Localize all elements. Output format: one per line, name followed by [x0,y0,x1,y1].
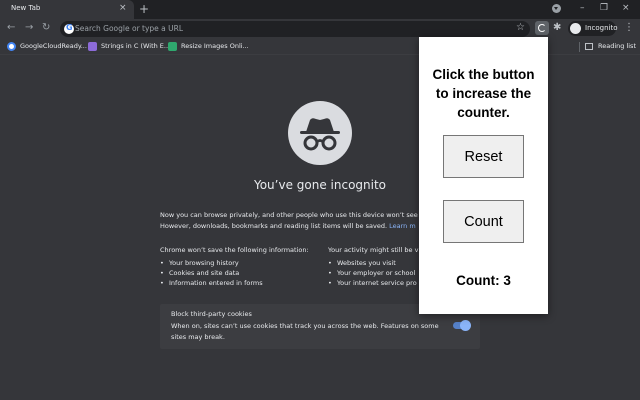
incognito-profile-button[interactable]: Incognito [568,21,618,36]
tab-title: New Tab [11,4,41,12]
omnibox[interactable]: ☆ [60,21,530,37]
tab-new-tab[interactable]: New Tab × [0,0,134,19]
still-visible-heading: Your activity might still be v [328,246,419,254]
google-icon [64,23,74,34]
extensions-puzzle-icon[interactable]: ✱ [553,21,561,35]
tab-search-icon[interactable] [552,4,561,13]
list-item: Your employer or school [328,268,418,278]
list-item: Your internet service pro [328,278,418,288]
programiz-icon [88,42,97,51]
reading-list-label: Reading list [598,42,636,50]
incognito-spy-icon [288,101,352,165]
list-item: Cookies and site data [160,268,309,278]
back-icon[interactable]: ← [7,22,15,34]
incognito-label: Incognito [585,24,618,32]
list-item: Information entered in forms [160,278,309,288]
not-saved-heading: Chrome won’t save the following informat… [160,246,309,254]
minimize-icon[interactable]: – [580,2,585,14]
bookmark-star-icon[interactable]: ☆ [516,22,525,34]
reset-button[interactable]: Reset [443,135,524,178]
google-icon [7,42,16,51]
cookies-toggle[interactable] [453,320,471,331]
learn-more-link[interactable]: Learn m [389,222,416,230]
maximize-icon[interactable]: ❐ [600,2,608,14]
intro-line-1: Now you can browse privately, and other … [160,211,418,219]
not-saved-column: Chrome won’t save the following informat… [160,245,309,288]
intro-line-2: However, downloads, bookmarks and readin… [160,221,440,232]
count-button[interactable]: Count [443,200,524,243]
bookmark-label: Resize Images Onli... [181,42,249,50]
omnibox-input[interactable] [75,22,505,35]
incognito-avatar-icon [570,23,581,34]
menu-kebab-icon[interactable]: ⋮ [624,21,634,35]
bookmark-label: GoogleCloudReady... [20,42,87,50]
reload-icon[interactable]: ↻ [42,22,50,34]
intro-line-2-text: However, downloads, bookmarks and readin… [160,222,388,230]
forward-icon[interactable]: → [25,22,33,34]
counter-display: Count: 3 [456,273,511,288]
popup-title: Click the button to increase the counter… [432,67,535,120]
resize-icon [168,42,177,51]
list-item: Websites you visit [328,258,418,268]
cookies-description: When on, sites can’t use cookies that tr… [171,322,439,341]
tab-strip: New Tab × + – ❐ × [0,0,640,19]
list-item: Your browsing history [160,258,309,268]
bookmarks-divider [579,42,580,52]
reading-list-icon [585,43,593,50]
counter-extension-popup: Click the button to increase the counter… [419,37,548,314]
window-close-icon[interactable]: × [622,2,630,14]
cookies-title: Block third-party cookies [171,310,252,318]
still-visible-column: Your activity might still be v Websites … [328,245,418,288]
intro-text: Now you can browse privately, and other … [160,210,440,232]
bookmark-label: Strings in C (With E... [101,42,171,50]
counter-extension-icon[interactable] [535,21,549,35]
close-tab-icon[interactable]: × [119,3,127,13]
new-tab-icon[interactable]: + [139,2,149,16]
